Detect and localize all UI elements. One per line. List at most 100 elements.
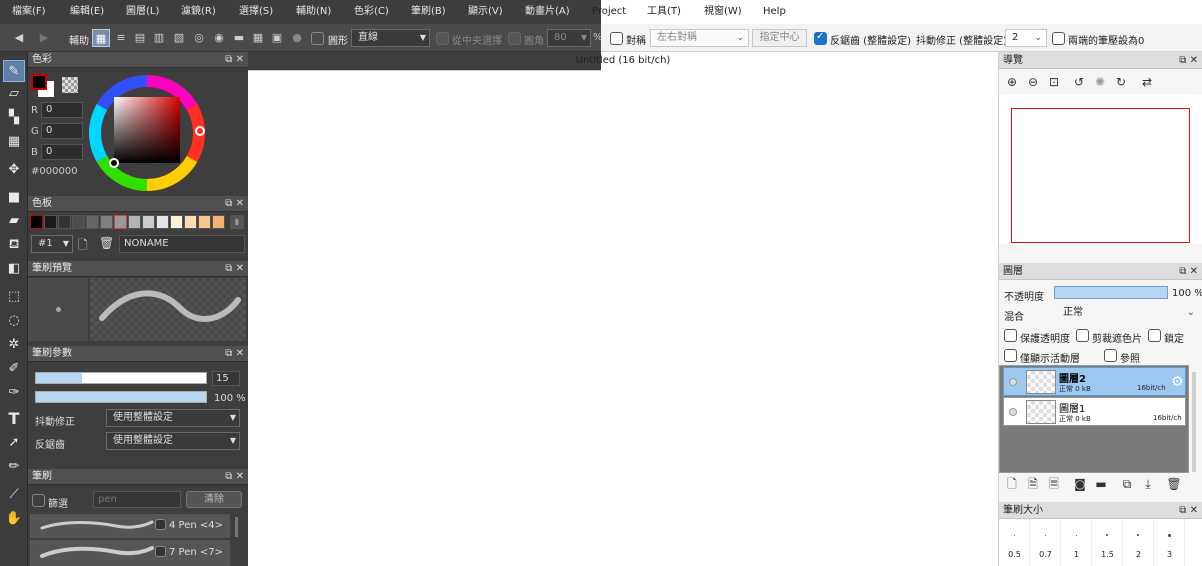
transparent-color-swatch[interactable] — [62, 77, 78, 93]
foreground-color-swatch[interactable] — [31, 74, 47, 90]
menu-select[interactable]: 選擇(S) — [239, 0, 273, 24]
panel-float-close-icon[interactable]: ⧉ ✕ — [225, 196, 244, 212]
only-active-checkbox[interactable] — [1004, 349, 1017, 362]
pressure-zero-checkbox[interactable] — [1052, 32, 1065, 45]
brush-item-checkbox[interactable] — [155, 546, 166, 557]
menu-edit[interactable]: 編輯(E) — [70, 0, 104, 24]
rotate-reset-icon[interactable]: ✺ — [1092, 74, 1108, 90]
merge-down-icon[interactable]: ⤓ — [1140, 476, 1156, 492]
rotate-right-icon[interactable]: ↻ — [1113, 74, 1129, 90]
from-center-checkbox[interactable] — [436, 32, 449, 45]
assist-circle-icon[interactable]: ◎ — [190, 29, 208, 47]
palette-swatch[interactable] — [44, 215, 57, 229]
brush-size-value[interactable]: 15 — [212, 371, 240, 386]
palette-swatch[interactable] — [156, 215, 169, 229]
brush-list-item[interactable]: 7 Pen <7> — [30, 540, 230, 566]
panel-float-close-icon[interactable]: ⧉ ✕ — [225, 52, 244, 68]
menu-assist[interactable]: 輔助(N) — [296, 0, 331, 24]
brush-aa-dropdown[interactable]: 使用整體設定 ▼ — [106, 432, 240, 450]
new-layer-icon[interactable]: 🗋 — [1004, 476, 1020, 492]
palette-swatch[interactable] — [128, 215, 141, 229]
delete-layer-icon[interactable]: 🗑 — [1166, 476, 1182, 492]
brush-size-cell[interactable]: 2 — [1123, 519, 1154, 566]
brush-list-scrollbar[interactable] — [235, 517, 238, 537]
brush-size-cell[interactable]: 0.5 — [999, 519, 1030, 566]
palette-swatch[interactable] — [30, 215, 43, 229]
select-pen-icon[interactable]: ✐ — [3, 358, 25, 380]
menu-layer[interactable]: 圖層(L) — [126, 0, 159, 24]
palette-name-field[interactable]: NONAME — [119, 235, 245, 253]
set-center-button[interactable]: 指定中心 — [752, 29, 807, 47]
antialias-checkbox[interactable] — [814, 31, 827, 45]
brush-size-cell[interactable]: 0.7 — [1030, 519, 1061, 566]
gradient-shape-icon[interactable]: ▰ — [3, 210, 25, 232]
assist-dot-icon[interactable]: ● — [288, 29, 306, 47]
menu-filter[interactable]: 濾鏡(R) — [181, 0, 216, 24]
assist-cross-icon[interactable]: ▥ — [150, 29, 168, 47]
zoom-fit-icon[interactable]: ⊡ — [1046, 74, 1062, 90]
palette-index-dropdown[interactable]: #1 ▼ — [31, 235, 73, 253]
canvas-area[interactable] — [248, 52, 998, 566]
symmetry-checkbox[interactable] — [610, 32, 623, 45]
new-halftone-layer-icon[interactable]: 🗎 — [1025, 476, 1041, 492]
brush-stab-dropdown[interactable]: 使用整體設定 ▼ — [106, 409, 240, 427]
eraser-icon[interactable]: ▱ — [3, 83, 25, 105]
palette-swatch[interactable] — [184, 215, 197, 229]
menu-animation[interactable]: 動畫片(A) — [525, 0, 570, 24]
palette-swatch[interactable] — [72, 215, 85, 229]
brush-list-item[interactable]: 4 Pen <4> — [30, 514, 230, 538]
stabilizer-dropdown[interactable]: 2 ⌄ — [1005, 29, 1047, 47]
brush-size-cell[interactable]: 1 — [1061, 519, 1092, 566]
hand-icon[interactable]: ✋ — [3, 508, 25, 530]
brush-size-slider[interactable] — [35, 372, 207, 384]
palette-swatch[interactable] — [170, 215, 183, 229]
palette-swatch[interactable] — [198, 215, 211, 229]
eyedropper-icon[interactable]: ⟋ — [3, 484, 25, 506]
zoom-out-icon[interactable]: ⊖ — [1025, 74, 1041, 90]
r-input[interactable]: 0 — [41, 102, 83, 118]
panel-float-close-icon[interactable]: ⧉ ✕ — [225, 346, 244, 362]
operation-icon[interactable]: ➚ — [3, 432, 25, 454]
menu-color[interactable]: 色彩(C) — [354, 0, 389, 24]
brush-filter-input[interactable] — [93, 491, 181, 508]
brush-opacity-slider[interactable] — [35, 391, 207, 403]
reference-checkbox[interactable] — [1104, 349, 1117, 362]
protect-alpha-checkbox[interactable] — [1004, 329, 1017, 342]
select-eraser-icon[interactable]: ✑ — [3, 382, 25, 404]
rect-fill-icon[interactable]: ■ — [3, 187, 25, 209]
layer-visibility-toggle[interactable] — [1009, 378, 1017, 386]
layer-opacity-slider[interactable] — [1054, 286, 1168, 299]
menu-brush[interactable]: 筆刷(B) — [411, 0, 446, 24]
duplicate-layer-icon[interactable]: ⧉ — [1119, 476, 1135, 492]
lock-checkbox[interactable] — [1148, 329, 1161, 342]
text-icon[interactable]: T — [3, 408, 25, 430]
brush-icon[interactable]: ✎ — [3, 60, 25, 82]
panel-float-close-icon[interactable]: ⧉ ✕ — [225, 469, 244, 485]
layer-row[interactable]: 圖層1 正常 0 kB 16bit/ch — [1003, 397, 1186, 426]
panel-float-close-icon[interactable]: ⧉ ✕ — [225, 261, 244, 277]
panel-float-close-icon[interactable]: ⧉ ✕ — [1179, 263, 1198, 280]
symmetry-dropdown[interactable]: 左右對稱 ⌄ — [650, 29, 749, 47]
assist-grid-active-icon[interactable]: ▦ — [92, 29, 110, 47]
palette-swatch[interactable] — [86, 215, 99, 229]
lasso-icon[interactable]: ◌ — [3, 310, 25, 332]
assist-curve-icon[interactable]: ▬ — [230, 29, 248, 47]
blend-dropdown[interactable]: 正常 ⌄ — [1054, 304, 1199, 322]
menu-view[interactable]: 顯示(V) — [468, 0, 503, 24]
assist-concentric-icon[interactable]: ◉ — [210, 29, 228, 47]
b-input[interactable]: 0 — [41, 144, 83, 160]
brush-filter-clear-button[interactable]: 清除 — [186, 491, 242, 508]
next-icon[interactable]: ▶ — [35, 29, 53, 47]
new-palette-icon[interactable]: 🗋 — [78, 236, 88, 257]
assist-diagonal-icon[interactable]: ▧ — [170, 29, 188, 47]
palette-swatch[interactable] — [100, 215, 113, 229]
line-type-dropdown[interactable]: 直線 ▼ — [351, 29, 430, 47]
assist-perspective-icon[interactable]: ▦ — [249, 29, 267, 47]
color-wheel[interactable] — [86, 72, 208, 194]
brush-size-cell[interactable]: 1.5 — [1092, 519, 1123, 566]
layer-visibility-toggle[interactable] — [1009, 408, 1017, 416]
menu-window[interactable]: 視窗(W) — [704, 0, 742, 24]
gradient-icon[interactable]: ◧ — [3, 258, 25, 280]
bucket-icon[interactable]: ⛾ — [3, 234, 25, 256]
assist-grid-icon[interactable]: ▤ — [131, 29, 149, 47]
